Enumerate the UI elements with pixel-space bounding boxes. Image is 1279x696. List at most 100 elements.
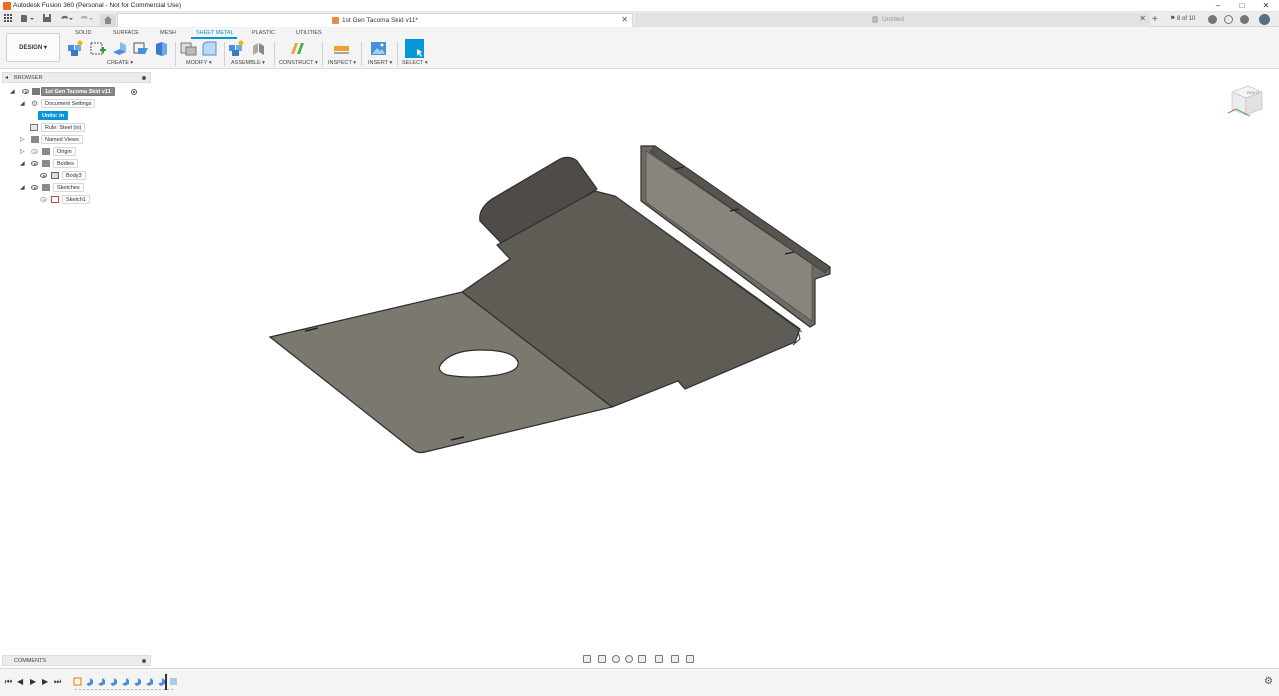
measure-icon[interactable] [333,40,350,57]
browser-header[interactable]: ◂ BROWSER [2,72,151,83]
timeline-flange-feature-icon[interactable] [133,677,142,686]
document-settings-label[interactable]: Document Settings [41,99,96,108]
browser-panel: ◂ BROWSER ◢ 1st Gen Tacoma Skid v11 ◢ ⚙ … [2,72,151,204]
expand-triangle-icon[interactable]: ◢ [20,100,25,107]
timeline-flange-feature-icon[interactable] [85,677,94,686]
zoom-icon[interactable] [625,655,633,663]
timeline-settings-gear-icon[interactable]: ⚙ [1264,677,1273,687]
modify-menu[interactable]: MODIFY ▾ [186,60,212,66]
tab-untitled[interactable]: Untitled ✕ [635,13,1150,27]
maximize-button[interactable]: □ [1230,0,1254,12]
new-tab-button[interactable]: + [1152,14,1158,25]
bodies-label[interactable]: Bodies [53,159,78,168]
tab-utilities[interactable]: UTILITIES [296,30,322,36]
step-back-icon[interactable]: ◀ [17,677,23,687]
orbit-icon[interactable] [583,655,591,663]
visibility-eye-icon[interactable] [22,89,29,94]
expand-triangle-icon[interactable]: ◢ [20,160,25,167]
add-comment-icon[interactable] [142,659,146,663]
tab-surface[interactable]: SURFACE [113,30,139,36]
inspect-menu[interactable]: INSPECT ▾ [328,60,356,66]
expand-triangle-icon[interactable]: ▷ [20,136,25,143]
origin-label[interactable]: Origin [53,147,76,156]
timeline-flange-feature-icon[interactable] [145,677,154,686]
save-icon[interactable] [42,14,52,25]
help-icon[interactable] [1240,15,1249,24]
joint-icon[interactable] [250,40,267,57]
press-pull-icon[interactable] [180,40,197,57]
undo-icon[interactable] [58,14,74,25]
tab-sheet-metal[interactable]: SHEET METAL [196,30,234,36]
timeline-sketch-feature-icon[interactable] [73,677,82,686]
visibility-eye-icon[interactable] [31,185,38,190]
visibility-eye-icon[interactable] [31,149,38,154]
flange-icon[interactable] [111,40,128,57]
root-component-label[interactable]: 1st Gen Tacoma Skid v11 [41,87,115,96]
canvas-viewport[interactable] [0,69,1279,667]
job-status[interactable]: ⚑ 8 of 10 [1170,14,1195,25]
sketches-label[interactable]: Sketches [53,183,84,192]
app-grid-icon[interactable] [3,14,13,25]
new-component-assemble-icon[interactable] [228,40,245,57]
go-to-start-icon[interactable]: ⏮ [5,677,12,687]
user-avatar[interactable] [1259,14,1270,25]
viewports-icon[interactable] [686,655,694,663]
file-menu-icon[interactable] [19,14,35,25]
group-separator [175,42,176,66]
unfold-icon[interactable] [153,40,170,57]
insert-menu[interactable]: INSERT ▾ [368,60,392,66]
pan-icon[interactable] [612,655,620,663]
play-icon[interactable]: ▶ [30,677,36,687]
close-tab-button[interactable]: ✕ [621,15,628,24]
tab-solid[interactable]: SOLID [75,30,92,36]
new-component-icon[interactable] [67,40,84,57]
construct-menu[interactable]: CONSTRUCT ▾ [279,60,318,66]
go-to-end-icon[interactable]: ⏭ [54,677,61,687]
visibility-eye-icon[interactable] [40,173,47,178]
expand-triangle-icon[interactable]: ▷ [20,148,25,155]
look-at-icon[interactable] [598,655,606,663]
extensions-icon[interactable] [1208,15,1217,24]
display-settings-icon[interactable] [655,655,663,663]
tab-mesh[interactable]: MESH [160,30,176,36]
pin-icon[interactable] [142,76,146,80]
select-cursor-icon[interactable] [405,39,424,58]
create-sketch-icon[interactable] [89,40,106,57]
named-views-label[interactable]: Named Views [41,135,83,144]
units-label[interactable]: Units: in [38,111,68,120]
step-forward-icon[interactable]: ▶ [42,677,48,687]
tab-1st-gen-tacoma-skid[interactable]: 1st Gen Tacoma Skid v11* ✕ [117,13,633,27]
contour-flange-icon[interactable] [132,40,149,57]
rule-label[interactable]: Rule: Steel (in) [41,123,86,132]
visibility-eye-icon[interactable] [31,161,38,166]
expand-triangle-icon[interactable]: ◢ [20,184,25,191]
viewcube[interactable]: RIGHT [1220,82,1270,122]
redo-icon[interactable] [78,14,94,25]
zoom-window-icon[interactable] [638,655,646,663]
close-tab-button[interactable]: ✕ [1139,14,1146,23]
insert-image-icon[interactable] [370,40,387,57]
tab-plastic[interactable]: PLASTIC [252,30,275,36]
timeline-feature-icon[interactable] [169,677,178,686]
timeline-flange-feature-icon[interactable] [97,677,106,686]
create-menu[interactable]: CREATE ▾ [107,60,133,66]
home-icon[interactable] [100,14,116,26]
offset-plane-icon[interactable] [289,40,306,57]
grid-settings-icon[interactable] [671,655,679,663]
minimize-button[interactable]: – [1206,0,1230,12]
fillet-icon[interactable] [201,40,218,57]
timeline-flange-feature-icon[interactable] [109,677,118,686]
workspace-switcher-button[interactable]: DESIGN ▾ [6,33,60,62]
body3-label[interactable]: Body3 [62,171,86,180]
timeline-flange-feature-icon[interactable] [121,677,130,686]
collapse-icon[interactable]: ◂ [5,73,8,83]
activate-component-icon[interactable] [131,89,137,95]
expand-triangle-icon[interactable]: ◢ [10,88,15,95]
sketch1-label[interactable]: Sketch1 [62,195,90,204]
comments-header[interactable]: COMMENTS [2,655,151,666]
visibility-eye-icon[interactable] [40,197,47,202]
close-window-button[interactable]: ✕ [1254,0,1278,12]
select-menu[interactable]: SELECT ▾ [402,60,428,66]
notifications-icon[interactable] [1224,15,1233,24]
assemble-menu[interactable]: ASSEMBLE ▾ [231,60,265,66]
